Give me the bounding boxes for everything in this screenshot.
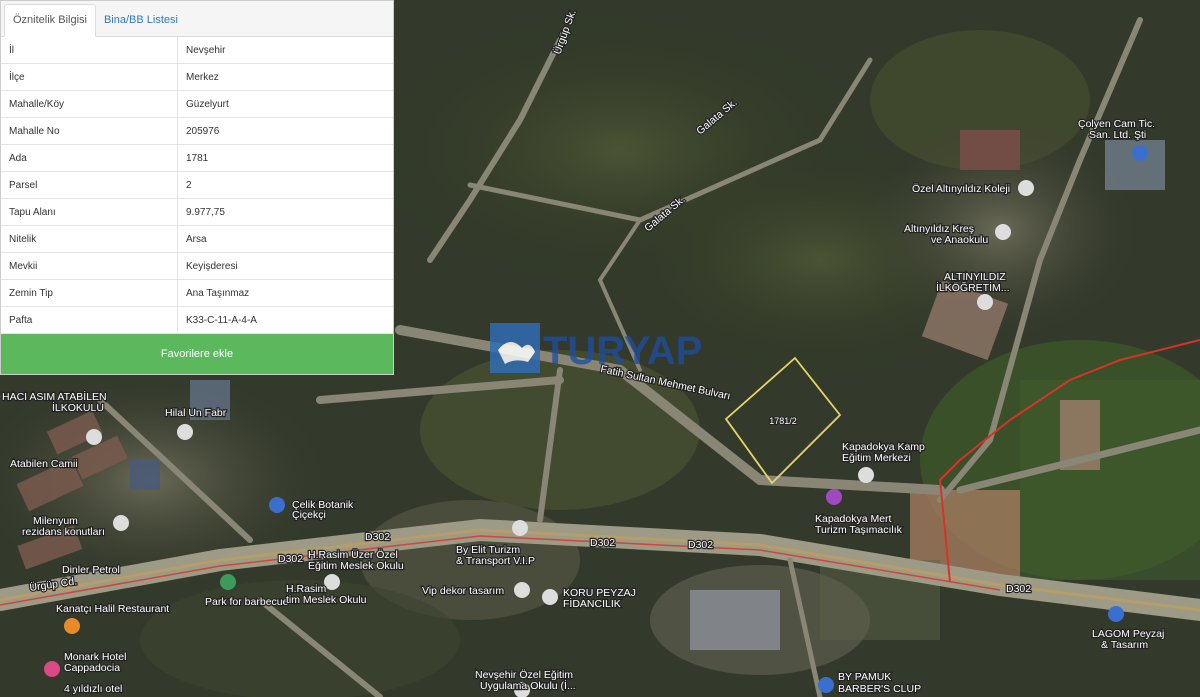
table-row: Tapu Alanı 9.977,75 (1, 198, 393, 226)
attribute-key: İl (1, 37, 178, 64)
poi-pin-icon (113, 515, 129, 531)
attribute-value: K33-C-11-A-4-A (177, 306, 393, 334)
attribute-value: Nevşehir (177, 37, 393, 64)
table-row: Ada 1781 (1, 144, 393, 172)
attribute-key: Mevkii (1, 252, 178, 280)
attribute-value: Ana Taşınmaz (177, 279, 393, 307)
school-pin-icon (977, 294, 993, 310)
attribute-value: Arsa (177, 225, 393, 253)
svg-text:Park for barbecue: Park for barbecue (205, 596, 289, 608)
table-row: Pafta K33-C-11-A-4-A (1, 306, 393, 334)
svg-text:4 yıldızlı otel: 4 yıldızlı otel (64, 683, 122, 695)
svg-text:D302: D302 (590, 537, 615, 549)
mosque-pin-icon (86, 429, 102, 445)
table-row: Mevkii Keyişderesi (1, 252, 393, 280)
svg-text:D302: D302 (365, 531, 390, 543)
svg-text:D302: D302 (688, 539, 713, 551)
svg-text:Çiçekçi: Çiçekçi (292, 509, 326, 521)
svg-text:TURYAP: TURYAP (543, 329, 702, 373)
attribute-value: 2 (177, 171, 393, 199)
park-pin-icon (220, 574, 236, 590)
attribute-key: Nitelik (1, 225, 178, 253)
attribute-value: Güzelyurt (177, 90, 393, 118)
svg-text:İLKÖĞRETİM...: İLKÖĞRETİM... (936, 281, 1010, 294)
tab-oznitelik[interactable]: Öznitelik Bilgisi (4, 4, 96, 37)
svg-text:Eğitim Meslek Okulu: Eğitim Meslek Okulu (308, 560, 404, 572)
table-row: İl Nevşehir (1, 37, 393, 64)
attribute-key: Mahalle No (1, 117, 178, 145)
table-row: Mahalle/Köy Güzelyurt (1, 90, 393, 118)
table-row: Zemin Tip Ana Taşınmaz (1, 279, 393, 307)
poi-pin-icon (512, 520, 528, 536)
svg-text:rezidans konutları: rezidans konutları (22, 526, 105, 538)
tab-bina-bb[interactable]: Bina/BB Listesi (96, 5, 186, 36)
attribute-value: Merkez (177, 63, 393, 91)
svg-text:Eğitim Merkezi: Eğitim Merkezi (842, 452, 911, 464)
attribute-table: İl Nevşehir İlçe Merkez Mahalle/Köy Güzelyurt… (1, 37, 393, 334)
poi-pin-icon (514, 582, 530, 598)
svg-text:İLKOKULU: İLKOKULU (52, 401, 104, 414)
attribute-key: Zemin Tip (1, 279, 178, 307)
svg-text:D302: D302 (1006, 583, 1031, 595)
svg-text:Dinler Petrol: Dinler Petrol (62, 564, 120, 576)
svg-text:Vip dekor tasarım: Vip dekor tasarım (422, 585, 504, 597)
table-row: İlçe Merkez (1, 63, 393, 91)
attribute-value: 9.977,75 (177, 198, 393, 226)
svg-text:Cappadocia: Cappadocia (64, 662, 120, 674)
attribute-value: 205976 (177, 117, 393, 145)
svg-text:Atabilen Camii: Atabilen Camii (10, 458, 78, 470)
hotel-pin-icon (44, 661, 60, 677)
school-pin-icon (1018, 180, 1034, 196)
svg-text:Uygulama Okulu (İ...: Uygulama Okulu (İ... (480, 679, 576, 692)
attribute-key: Tapu Alanı (1, 198, 178, 226)
shop-pin-icon (1132, 145, 1148, 161)
school-pin-icon (177, 424, 193, 440)
svg-text:& Transport V.I.P: & Transport V.I.P (456, 555, 535, 567)
attribute-value: 1781 (177, 144, 393, 172)
attribute-key: Mahalle/Köy (1, 90, 178, 118)
svg-text:Turizm Taşımacılık: Turizm Taşımacılık (815, 524, 903, 536)
travel-pin-icon (826, 489, 842, 505)
school-pin-icon (324, 574, 340, 590)
favorite-button[interactable]: Favorilere ekle (1, 334, 393, 374)
shop-pin-icon (818, 677, 834, 693)
attribute-value: Keyişderesi (177, 252, 393, 280)
svg-text:BY PAMUK: BY PAMUK (838, 671, 891, 683)
table-row: Mahalle No 205976 (1, 117, 393, 145)
svg-text:San. Ltd. Şti: San. Ltd. Şti (1089, 129, 1146, 141)
turyap-watermark: TURYAP (490, 323, 702, 373)
svg-text:Özel Altınyıldız Koleji: Özel Altınyıldız Koleji (912, 183, 1010, 195)
shop-pin-icon (1108, 606, 1124, 622)
poi-pin-icon (542, 589, 558, 605)
svg-text:BARBER'S CLUP: BARBER'S CLUP (838, 683, 921, 695)
svg-text:FİDANCILIK: FİDANCILIK (563, 597, 621, 610)
svg-text:D302: D302 (278, 553, 303, 565)
svg-text:& Tasarım: & Tasarım (1101, 639, 1148, 651)
svg-text:ve Anaokulu: ve Anaokulu (931, 234, 988, 246)
svg-text:tim Meslek Okulu: tim Meslek Okulu (286, 594, 367, 606)
restaurant-pin-icon (64, 618, 80, 634)
attribute-key: Ada (1, 144, 178, 172)
shop-pin-icon (269, 497, 285, 513)
attribute-panel: Öznitelik Bilgisi Bina/BB Listesi İl Nevş… (0, 0, 394, 375)
svg-text:Hilal Un Fabr: Hilal Un Fabr (165, 407, 227, 419)
school-pin-icon (995, 224, 1011, 240)
svg-text:Kanatçı Halil Restaurant: Kanatçı Halil Restaurant (56, 603, 169, 615)
table-row: Nitelik Arsa (1, 225, 393, 253)
attribute-key: İlçe (1, 63, 178, 91)
tab-bar: Öznitelik Bilgisi Bina/BB Listesi (1, 1, 393, 37)
attribute-key: Pafta (1, 306, 178, 334)
parcel-label: 1781/2 (769, 416, 797, 426)
school-pin-icon (858, 467, 874, 483)
table-row: Parsel 2 (1, 171, 393, 199)
attribute-key: Parsel (1, 171, 178, 199)
